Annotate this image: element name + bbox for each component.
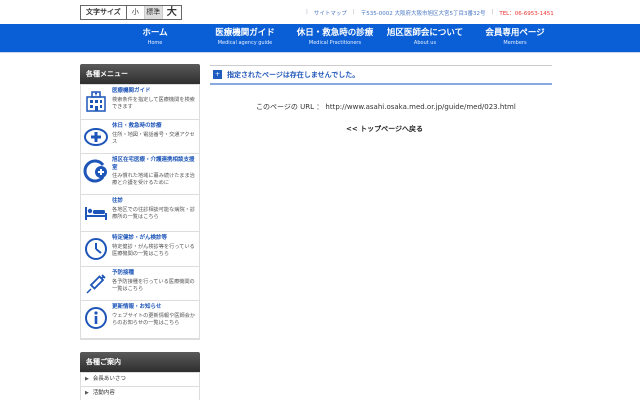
font-size-switcher: 文字サイズ 小 標準 大 (80, 5, 182, 20)
sidebar-item-holiday-emergency[interactable]: 休日・救急時の診療 住所・地図・電話番号・交通アクセス (81, 120, 199, 154)
plus-square-icon: + (213, 70, 222, 79)
hospital-icon (81, 85, 111, 119)
tel-text: TEL：06-6953-1451 (499, 11, 554, 17)
arrow-right-icon: ▶ (85, 376, 89, 382)
bed-icon (81, 195, 111, 231)
sidebar-menu-title: 各種メニュー (80, 64, 200, 84)
font-size-small-button[interactable]: 小 (127, 6, 145, 19)
info-icon (81, 301, 111, 338)
font-size-standard-button[interactable]: 標準 (144, 6, 163, 19)
top-bar: 文字サイズ 小 標準 大 | サイトマップ | 〒535-0002 大阪府大阪市… (0, 0, 640, 24)
arrow-right-icon: ▶ (85, 390, 89, 396)
global-nav: ホーム Home 医療機関ガイド Medical agency guide 休日… (0, 24, 640, 52)
page-url-text: このページの URL ： http://www.asahi.osaka.med.… (256, 103, 516, 111)
nav-home[interactable]: ホーム Home (110, 24, 200, 52)
sitemap-link[interactable]: サイトマップ (314, 9, 347, 17)
sidebar-menu: 医療機関ガイド 検索条件を指定して医療機関を検索できます 休日・救急時の診療 住… (80, 84, 200, 340)
address-text: 〒535-0002 大阪府大阪市旭区大宮5丁目3番32号 (360, 11, 486, 17)
clock-icon (81, 232, 111, 266)
nav-medical-guide[interactable]: 医療機関ガイド Medical agency guide (200, 24, 290, 52)
syringe-icon (81, 267, 111, 300)
sidebar-item-health-checkup[interactable]: 特定健診・がん検診等 特定健診・がん検診等を行っている医療機関の一覧はこちら (81, 232, 199, 267)
home-care-icon (81, 154, 111, 194)
font-size-label: 文字サイズ (81, 6, 127, 19)
sidebar-item-vaccination[interactable]: 予防接種 各予防接種を行っている医療機関の一覧はこちら (81, 267, 199, 301)
back-to-top-link[interactable]: << トップページへ戻る (346, 124, 423, 134)
font-size-large-button[interactable]: 大 (163, 6, 181, 19)
header-info: | サイトマップ | 〒535-0002 大阪府大阪市旭区大宮5丁目3番32号 … (306, 9, 554, 17)
nav-divider (0, 52, 640, 53)
nav-holiday-emergency[interactable]: 休日・救急時の診療 Medical Practitioners (290, 24, 380, 52)
error-heading: + 指定されたページは存在しませんでした。 (210, 65, 552, 85)
nav-about[interactable]: 旭区医師会について About us (380, 24, 470, 52)
sidebar-guide-item-greeting[interactable]: ▶ 会長あいさつ (81, 373, 199, 387)
sidebar-item-medical-guide[interactable]: 医療機関ガイド 検索条件を指定して医療機関を検索できます (81, 85, 199, 120)
sidebar: 各種メニュー 医療機関ガイド 検索条件を指定して医療機関を検索できます 休日・救… (80, 64, 200, 400)
sidebar-item-house-call[interactable]: 往診 各地区での往診相談可能な病院・診療所の一覧はこちら (81, 195, 199, 232)
main-content: + 指定されたページは存在しませんでした。 このページの URL ： http:… (210, 65, 552, 133)
sidebar-guide-title: 各種ご案内 (80, 352, 200, 372)
medical-cross-icon (81, 120, 111, 153)
sidebar-item-news[interactable]: 更新情報・お知らせ ウェブサイトの更新情報や医師会からのお知らせの一覧はこちら (81, 301, 199, 339)
sidebar-guide-item-activities[interactable]: ▶ 活動内容 (81, 387, 199, 400)
sidebar-guide-list: ▶ 会長あいさつ ▶ 活動内容 (80, 372, 200, 400)
nav-members[interactable]: 会員専用ページ Members (470, 24, 560, 52)
sidebar-item-home-care-support[interactable]: 旭区在宅医療・介護連携相談支援室 住み慣れた地域に暮み続けたまま治療と介護を受け… (81, 154, 199, 195)
